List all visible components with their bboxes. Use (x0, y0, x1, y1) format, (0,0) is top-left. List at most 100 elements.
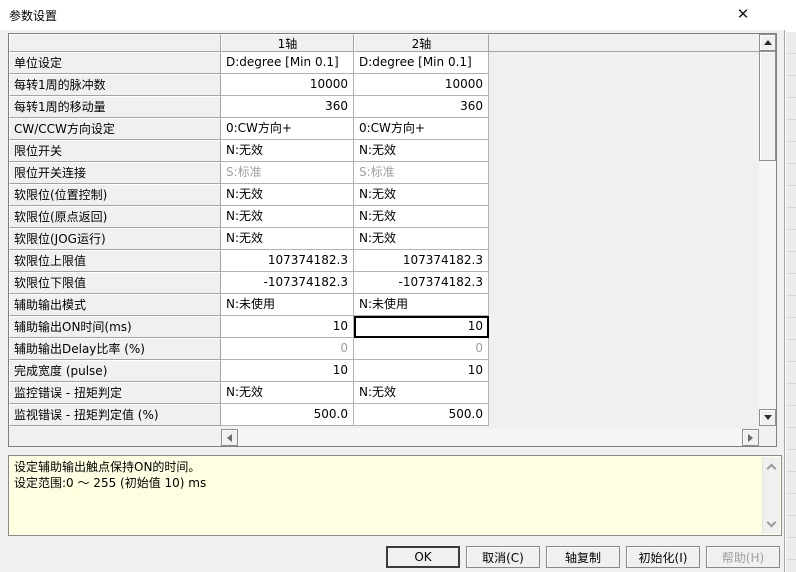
value-cell-axis2[interactable]: 107374182.3 (354, 250, 489, 272)
row-label: 辅助输出模式 (9, 294, 221, 316)
row-filler (489, 118, 759, 140)
scroll-up-button[interactable] (759, 34, 776, 51)
chevron-down-icon (767, 518, 777, 528)
row-label: 单位设定 (9, 52, 221, 74)
background-grid-rows (786, 32, 796, 572)
value-cell-axis1[interactable]: 0 (221, 338, 354, 360)
value-cell-axis2[interactable]: N:未使用 (354, 294, 489, 316)
h-scrollbar (221, 429, 759, 446)
value-cell-axis2[interactable]: 10 (354, 316, 489, 338)
value-cell-axis2[interactable]: N:无效 (354, 228, 489, 250)
v-scroll-thumb[interactable] (759, 51, 776, 161)
table-row: 软限位上限值107374182.3107374182.3 (9, 250, 759, 272)
value-cell-axis1[interactable]: 500.0 (221, 404, 354, 426)
info-line-1: 设定辅助输出触点保持ON的时间。 (14, 459, 757, 475)
table-row: 完成宽度 (pulse)1010 (9, 360, 759, 382)
table-row: 辅助输出ON时间(ms)1010 (9, 316, 759, 338)
table-body-rows: 单位设定D:degree [Min 0.1]D:degree [Min 0.1]… (9, 52, 759, 426)
value-cell-axis1[interactable]: 10000 (221, 74, 354, 96)
row-filler (489, 206, 759, 228)
table-row: 软限位(原点返回)N:无效N:无效 (9, 206, 759, 228)
value-cell-axis1[interactable]: N:无效 (221, 382, 354, 404)
triangle-right-icon (748, 434, 753, 442)
row-label: 监视错误 - 扭矩判定值 (%) (9, 404, 221, 426)
h-scroll-track[interactable] (238, 429, 742, 446)
cancel-button[interactable]: 取消(C) (466, 546, 540, 568)
column-header-axis1[interactable]: 1轴 (221, 34, 354, 52)
value-cell-axis1[interactable]: 107374182.3 (221, 250, 354, 272)
row-label: 完成宽度 (pulse) (9, 360, 221, 382)
row-label: 限位开关 (9, 140, 221, 162)
scroll-right-button[interactable] (742, 429, 759, 446)
scroll-left-button[interactable] (221, 429, 238, 446)
corner-header-cell (9, 34, 221, 52)
table-row: 辅助输出模式N:未使用N:未使用 (9, 294, 759, 316)
value-cell-axis1[interactable]: S:标准 (221, 162, 354, 184)
row-filler (489, 316, 759, 338)
title-bar: 参数设置 ✕ (0, 0, 785, 30)
value-cell-axis2[interactable]: N:无效 (354, 382, 489, 404)
value-cell-axis1[interactable]: D:degree [Min 0.1] (221, 52, 354, 74)
window-title: 参数设置 (9, 7, 57, 24)
value-cell-axis2[interactable]: -107374182.3 (354, 272, 489, 294)
scroll-down-button[interactable] (759, 409, 776, 426)
close-button[interactable]: ✕ (729, 2, 757, 26)
row-filler (489, 338, 759, 360)
value-cell-axis1[interactable]: -107374182.3 (221, 272, 354, 294)
table-row: 软限位(JOG运行)N:无效N:无效 (9, 228, 759, 250)
v-scroll-track[interactable] (759, 51, 776, 409)
row-filler (489, 404, 759, 426)
table-row: 软限位下限值-107374182.3-107374182.3 (9, 272, 759, 294)
triangle-down-icon (764, 415, 772, 420)
table-row: CW/CCW方向设定0:CW方向+0:CW方向+ (9, 118, 759, 140)
value-cell-axis2[interactable]: 500.0 (354, 404, 489, 426)
value-cell-axis2[interactable]: N:无效 (354, 206, 489, 228)
value-cell-axis2[interactable]: 0 (354, 338, 489, 360)
table-header-row: 1轴 2轴 (9, 34, 759, 52)
row-label: 软限位(JOG运行) (9, 228, 221, 250)
value-cell-axis2[interactable]: S:标准 (354, 162, 489, 184)
info-scrollbar[interactable] (762, 457, 780, 534)
table-row: 每转1周的移动量360360 (9, 96, 759, 118)
value-cell-axis2[interactable]: D:degree [Min 0.1] (354, 52, 489, 74)
table-row: 监控错误 - 扭矩判定N:无效N:无效 (9, 382, 759, 404)
value-cell-axis1[interactable]: N:无效 (221, 140, 354, 162)
table-row: 辅助输出Delay比率 (%)00 (9, 338, 759, 360)
row-filler (489, 140, 759, 162)
row-filler (489, 360, 759, 382)
column-header-axis2[interactable]: 2轴 (354, 34, 489, 52)
value-cell-axis2[interactable]: 10000 (354, 74, 489, 96)
value-cell-axis1[interactable]: N:未使用 (221, 294, 354, 316)
value-cell-axis1[interactable]: N:无效 (221, 184, 354, 206)
ok-button[interactable]: OK (386, 546, 460, 568)
row-filler (489, 52, 759, 74)
value-cell-axis1[interactable]: N:无效 (221, 228, 354, 250)
value-cell-axis2[interactable]: 10 (354, 360, 489, 382)
row-filler (489, 96, 759, 118)
value-cell-axis2[interactable]: N:无效 (354, 184, 489, 206)
row-label: 软限位上限值 (9, 250, 221, 272)
value-cell-axis1[interactable]: 10 (221, 360, 354, 382)
row-filler (489, 382, 759, 404)
triangle-up-icon (764, 40, 772, 45)
close-icon: ✕ (737, 5, 750, 23)
axis-copy-button[interactable]: 轴复制 (546, 546, 620, 568)
help-button: 帮助(H) (706, 546, 780, 568)
info-panel: 设定辅助输出触点保持ON的时间。 设定范围:0 ～ 255 (初始值 10) m… (8, 455, 782, 536)
background-strip (785, 0, 796, 572)
value-cell-axis1[interactable]: N:无效 (221, 206, 354, 228)
table-row: 每转1周的脉冲数1000010000 (9, 74, 759, 96)
value-cell-axis2[interactable]: N:无效 (354, 140, 489, 162)
row-filler (489, 250, 759, 272)
row-label: 限位开关连接 (9, 162, 221, 184)
parameter-table: 1轴 2轴 单位设定D:degree [Min 0.1]D:degree [Mi… (8, 33, 777, 447)
value-cell-axis1[interactable]: 0:CW方向+ (221, 118, 354, 140)
value-cell-axis2[interactable]: 360 (354, 96, 489, 118)
v-scrollbar (759, 34, 776, 426)
initialize-button[interactable]: 初始化(I) (626, 546, 700, 568)
value-cell-axis1[interactable]: 10 (221, 316, 354, 338)
value-cell-axis2[interactable]: 0:CW方向+ (354, 118, 489, 140)
row-label: 软限位下限值 (9, 272, 221, 294)
row-filler (489, 228, 759, 250)
value-cell-axis1[interactable]: 360 (221, 96, 354, 118)
